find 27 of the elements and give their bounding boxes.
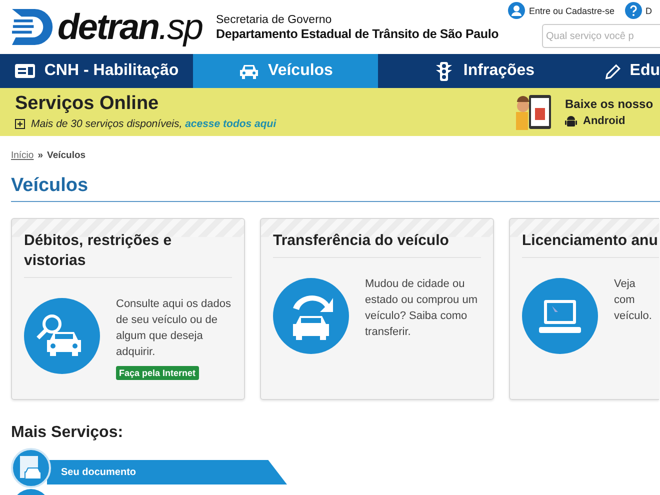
android-link[interactable]: Android — [583, 115, 626, 127]
breadcrumb-link[interactable]: Início — [11, 150, 34, 161]
agency-name: Departamento Estadual de Trânsito de São Paulo — [216, 26, 500, 42]
card-title[interactable]: Transferência do veículo — [273, 231, 481, 258]
service-link[interactable]: Seu documento — [47, 460, 287, 484]
online-service-button[interactable]: Faça pela Internet — [116, 366, 199, 380]
breadcrumb-separator: » — [38, 150, 44, 161]
breadcrumb-item: Veículos — [47, 150, 86, 161]
page-title: Veículos — [11, 175, 660, 202]
card-title[interactable]: Débitos, restrições e vistorias — [24, 231, 232, 278]
logo-text: detran.sp — [57, 7, 202, 47]
nav-tab[interactable]: Infrações — [378, 54, 590, 88]
card-title[interactable]: Licenciamento anu — [522, 231, 659, 258]
nav-tab[interactable]: Edu — [590, 54, 660, 88]
app-download-title: Baixe os nosso — [565, 96, 654, 110]
services-note: Mais de 30 serviços disponíveis, acesse todos aqui — [31, 118, 276, 130]
section-title: Mais Serviços: — [11, 424, 124, 442]
help-link[interactable]: D — [646, 6, 652, 16]
section-title: Serviços Online — [15, 92, 160, 114]
card-description: Consulte aqui os dados de seu veículo ou de algum que deseja adquirir. — [116, 297, 232, 360]
card-description: Mudou de cidade ou estado ou comprou um veículo? Saiba como transferir. — [365, 277, 479, 340]
nav-tab[interactable]: CNH - Habilitação — [0, 54, 193, 88]
nav-tab[interactable]: Veículos — [193, 54, 378, 88]
login-link[interactable]: Entre ou Cadastre-se — [529, 6, 615, 16]
search-field[interactable]: Qual serviço você p — [542, 24, 660, 48]
agency-name: Secretaria de Governo — [216, 12, 333, 26]
card-description: Veja com veículo. — [614, 277, 653, 324]
